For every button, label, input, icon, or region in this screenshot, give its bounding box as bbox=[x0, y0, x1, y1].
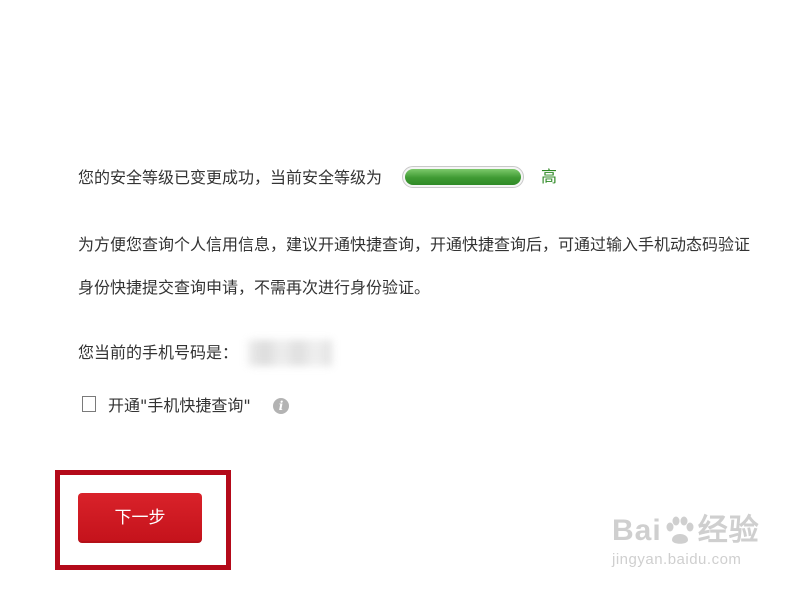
watermark-url: jingyan.baidu.com bbox=[612, 551, 742, 568]
phone-label: 您当前的手机号码是： bbox=[78, 343, 239, 362]
quick-query-label[interactable]: 开通"手机快捷查询" bbox=[108, 398, 251, 414]
baidu-jingyan-watermark: Bai 经验 jingyan.baidu.com bbox=[612, 514, 760, 568]
watermark-brand-left: Bai bbox=[612, 514, 662, 547]
quick-query-info-line-2: 身份快捷提交查询申请，不需再次进行身份验证。 bbox=[78, 278, 431, 297]
info-icon[interactable]: i bbox=[273, 398, 289, 414]
security-level-fill bbox=[405, 169, 521, 185]
security-status-text: 您的安全等级已变更成功，当前安全等级为 bbox=[78, 168, 383, 187]
security-level-bar bbox=[402, 166, 524, 188]
phone-number-redacted bbox=[248, 340, 332, 366]
quick-query-info-line-1: 为方便您查询个人信用信息，建议开通快捷查询，开通快捷查询后，可通过输入手机动态码… bbox=[78, 235, 751, 254]
security-level-label: 高 bbox=[541, 167, 558, 186]
quick-query-checkbox[interactable] bbox=[82, 396, 96, 412]
watermark-brand-right: 经验 bbox=[697, 514, 760, 547]
next-button[interactable]: 下一步 bbox=[78, 493, 202, 543]
paw-icon bbox=[666, 516, 694, 544]
